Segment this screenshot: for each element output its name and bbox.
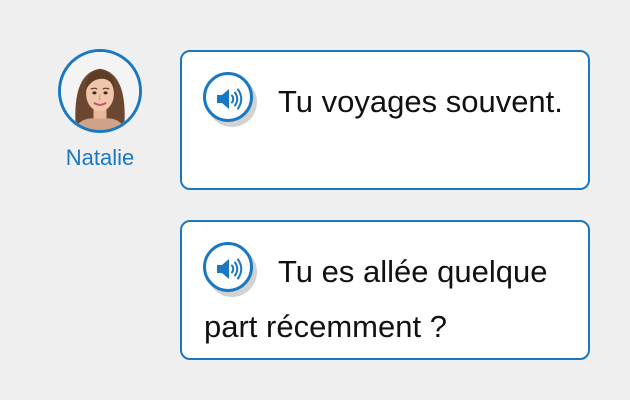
speaker-name: Natalie	[65, 145, 135, 170]
avatar	[58, 49, 142, 133]
woman-portrait-avatar-icon	[61, 52, 139, 130]
message-bubble: Tu voyages souvent.	[180, 50, 590, 190]
message-text: Tu es allée quelque part récemment ?	[204, 254, 548, 344]
message-text: Tu voyages souvent.	[278, 84, 563, 119]
message-bubble: Tu es allée quelque part récemment ?	[180, 220, 590, 360]
speaker-card: Natalie	[55, 49, 145, 171]
